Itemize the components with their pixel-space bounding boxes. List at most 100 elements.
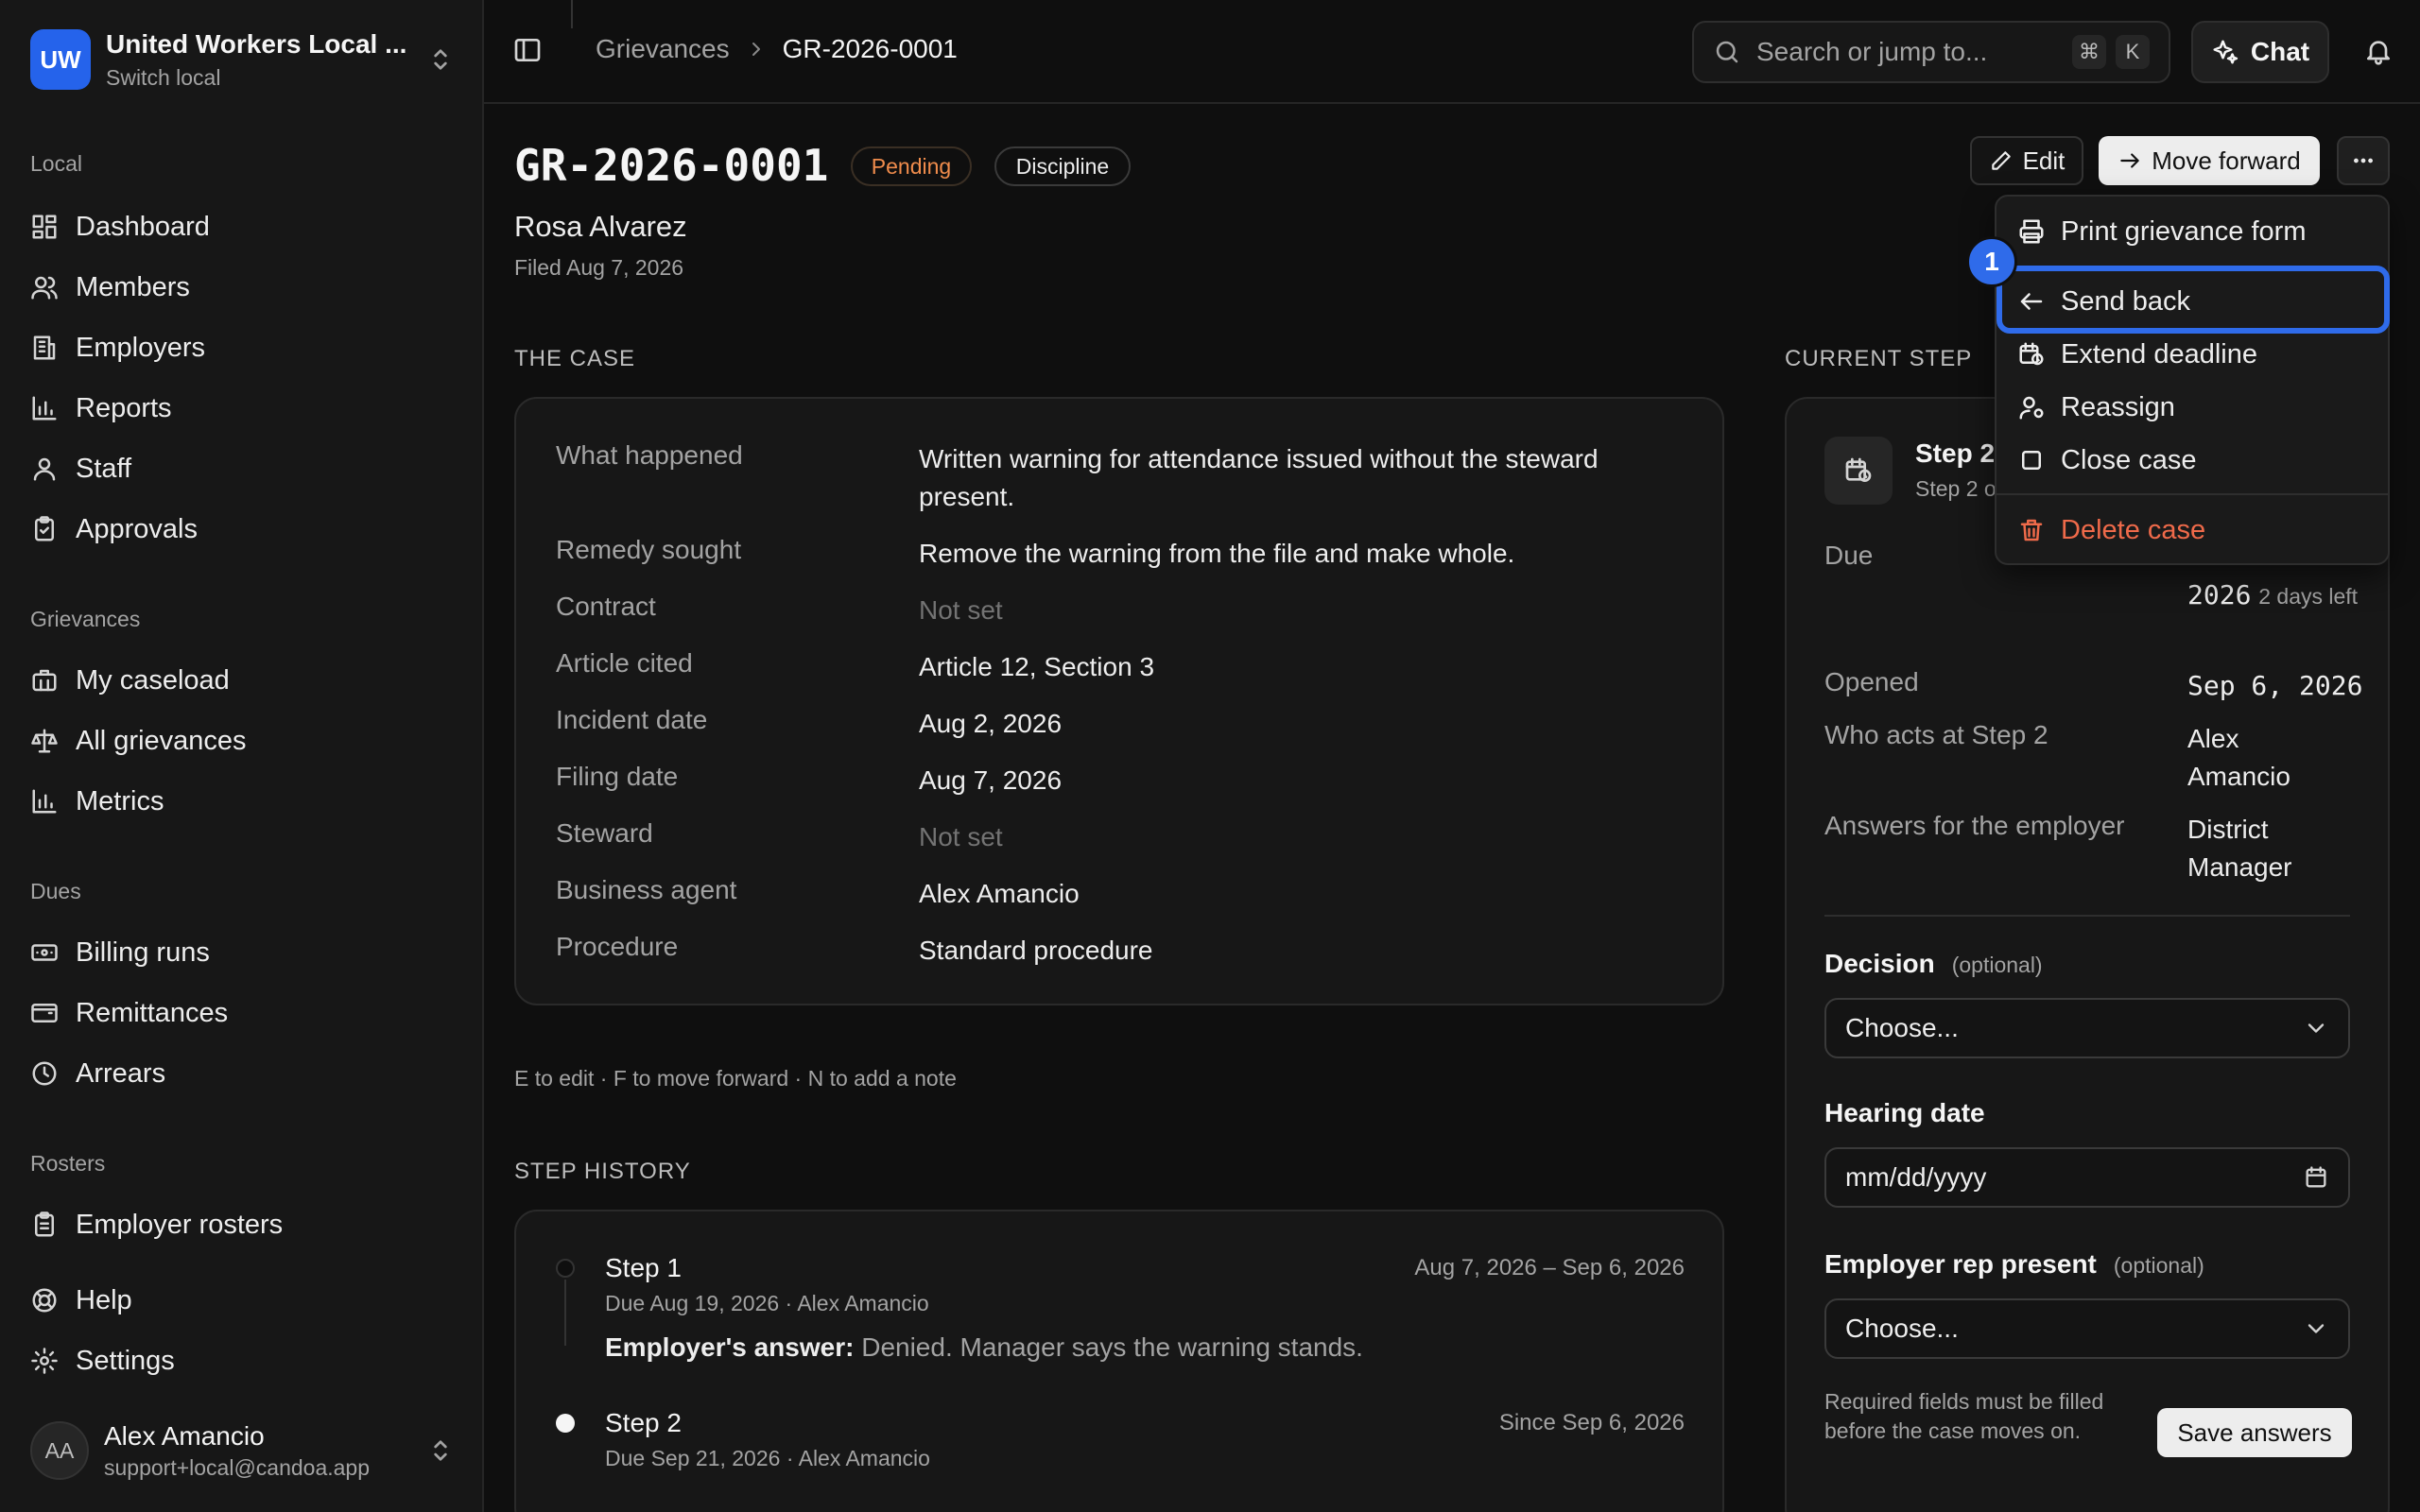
menu-item-print-grievance-form[interactable]: Print grievance form — [2017, 208, 2307, 255]
lifebuoy-icon — [30, 1286, 76, 1314]
due-value: 2026 2 days left — [2187, 576, 2377, 615]
field-value: Article 12, Section 3 — [919, 652, 1155, 681]
sidebar-item-employer-rosters[interactable]: Employer rosters — [30, 1202, 283, 1247]
breadcrumb-current: GR-2026-0001 — [782, 34, 958, 63]
sidebar-item-employers[interactable]: Employers — [30, 325, 205, 370]
org-switcher[interactable]: UW United Workers Local ... Switch local — [30, 28, 456, 91]
timeline-dot — [556, 1259, 575, 1278]
chevron-up-down-icon — [425, 1435, 456, 1466]
sidebar-item-remittances[interactable]: Remittances — [30, 990, 228, 1036]
user-email: support+local@candoa.app — [104, 1454, 371, 1480]
menu-item-label: Delete case — [2061, 514, 2206, 545]
employer-rep-select[interactable]: Choose... — [1824, 1298, 2350, 1359]
field-label: Article cited — [556, 648, 693, 678]
opened-value: Sep 6, 2026 — [2187, 670, 2363, 701]
edit-button[interactable]: Edit — [1970, 136, 2083, 185]
divider — [1824, 915, 2350, 917]
user-menu[interactable]: AA Alex Amancio support+local@candoa.app — [30, 1418, 456, 1484]
who-acts-label: Who acts at Step 2 — [1824, 720, 2048, 749]
section-label-local: Local — [30, 151, 82, 176]
sidebar-item-label: My caseload — [76, 664, 230, 696]
kbd-command: ⌘ — [2072, 35, 2106, 69]
menu-item-delete-case[interactable]: Delete case — [2017, 507, 2205, 554]
sidebar-item-my-caseload[interactable]: My caseload — [30, 658, 230, 703]
dashboard-icon — [30, 213, 76, 241]
field-value: Alex Amancio — [919, 879, 1080, 908]
sparkles-icon — [2211, 38, 2251, 66]
sidebar-item-billing-runs[interactable]: Billing runs — [30, 930, 210, 975]
menu-item-close-case[interactable]: Close case — [2017, 437, 2196, 484]
section-label-current-step: CURRENT STEP — [1785, 346, 1973, 371]
sidebar-item-staff[interactable]: Staff — [30, 446, 131, 491]
sidebar: UW United Workers Local ... Switch local… — [0, 0, 484, 1512]
menu-item-label: Close case — [2061, 444, 2197, 475]
menu-item-extend-deadline[interactable]: Extend deadline — [2017, 331, 2257, 378]
sidebar-item-dashboard[interactable]: Dashboard — [30, 204, 210, 249]
chevron-right-icon — [745, 38, 768, 60]
briefcase-icon — [30, 666, 76, 695]
search-input[interactable]: Search or jump to... ⌘ K — [1692, 21, 2170, 83]
breadcrumb-grievances[interactable]: Grievances — [596, 34, 730, 64]
bell-icon[interactable] — [2363, 36, 2394, 66]
chat-button[interactable]: Chat — [2191, 21, 2329, 83]
field-value: Remove the warning from the file and mak… — [919, 539, 1515, 568]
sidebar-item-label: Arrears — [76, 1057, 166, 1089]
sidebar-item-metrics[interactable]: Metrics — [30, 779, 164, 824]
employer-rep-label: Employer rep present (optional) — [1824, 1249, 2204, 1280]
field-label: Business agent — [556, 875, 737, 904]
employer-answer-text: Denied. Manager says the warning stands. — [861, 1332, 1363, 1362]
section-label-dues: Dues — [30, 879, 81, 903]
calendar-icon[interactable] — [2303, 1164, 2329, 1191]
edit-label: Edit — [2022, 146, 2066, 175]
member-name: Rosa Alvarez — [514, 210, 687, 243]
menu-item-reassign[interactable]: Reassign — [2017, 384, 2175, 431]
sidebar-item-label: Metrics — [76, 785, 164, 816]
scale-icon — [30, 727, 76, 755]
menu-item-label: Print grievance form — [2061, 215, 2307, 247]
current-step-title: Step 2 — [1915, 438, 1996, 468]
switch-local-label: Switch local — [106, 64, 221, 90]
sidebar-item-settings[interactable]: Settings — [30, 1338, 175, 1383]
field-value: Aug 2, 2026 — [919, 709, 1063, 738]
sidebar-toggle-icon[interactable] — [512, 35, 543, 65]
decision-select[interactable]: Choose... — [1824, 998, 2350, 1058]
decision-value: Choose... — [1845, 1013, 1959, 1042]
employer-rep-label-text: Employer rep present — [1824, 1249, 2097, 1279]
sidebar-item-members[interactable]: Members — [30, 265, 190, 310]
more-options-button[interactable] — [2337, 136, 2390, 185]
bar-chart-icon — [30, 787, 76, 816]
search-placeholder: Search or jump to... — [1756, 37, 1988, 66]
chevron-down-icon — [2303, 1015, 2329, 1041]
search-icon — [1713, 38, 1741, 66]
timeline-dot-current — [556, 1414, 575, 1433]
move-forward-button[interactable]: Move forward — [2099, 136, 2320, 185]
divider — [571, 0, 573, 28]
decision-label: Decision (optional) — [1824, 949, 2043, 979]
section-label-step-history: STEP HISTORY — [514, 1159, 691, 1184]
step-sub: Due Aug 19, 2026 · Alex Amancio — [605, 1291, 929, 1315]
clipboard-list-icon — [30, 1211, 76, 1239]
clock-icon — [30, 1059, 76, 1088]
printer-icon — [2017, 217, 2061, 246]
sidebar-item-help[interactable]: Help — [30, 1278, 132, 1323]
field-label: Incident date — [556, 705, 708, 734]
keyboard-shortcuts-hint: E to edit · F to move forward · N to add… — [514, 1066, 957, 1091]
save-answers-button[interactable]: Save answers — [2157, 1408, 2352, 1457]
optional-tag: (optional) — [1951, 953, 2043, 977]
field-label: Procedure — [556, 932, 679, 961]
sidebar-item-label: Billing runs — [76, 936, 210, 968]
clipboard-check-icon — [30, 515, 76, 543]
due-days-left: 2 days left — [2258, 584, 2359, 609]
field-label: Filing date — [556, 762, 679, 791]
hearing-date-input[interactable]: mm/dd/yyyy — [1824, 1147, 2350, 1208]
answers-for-label: Answers for the employer — [1824, 811, 2125, 840]
field-label: Steward — [556, 818, 653, 848]
topbar: Grievances GR-2026-0001 Search or jump t… — [484, 0, 2420, 104]
employer-answer: Employer's answer: Denied. Manager says … — [605, 1332, 1363, 1363]
sidebar-item-reports[interactable]: Reports — [30, 386, 172, 431]
sidebar-item-arrears[interactable]: Arrears — [30, 1051, 165, 1096]
sidebar-item-all-grievances[interactable]: All grievances — [30, 718, 247, 764]
org-logo: UW — [30, 29, 91, 90]
sidebar-item-approvals[interactable]: Approvals — [30, 507, 198, 552]
decision-label-text: Decision — [1824, 949, 1935, 978]
